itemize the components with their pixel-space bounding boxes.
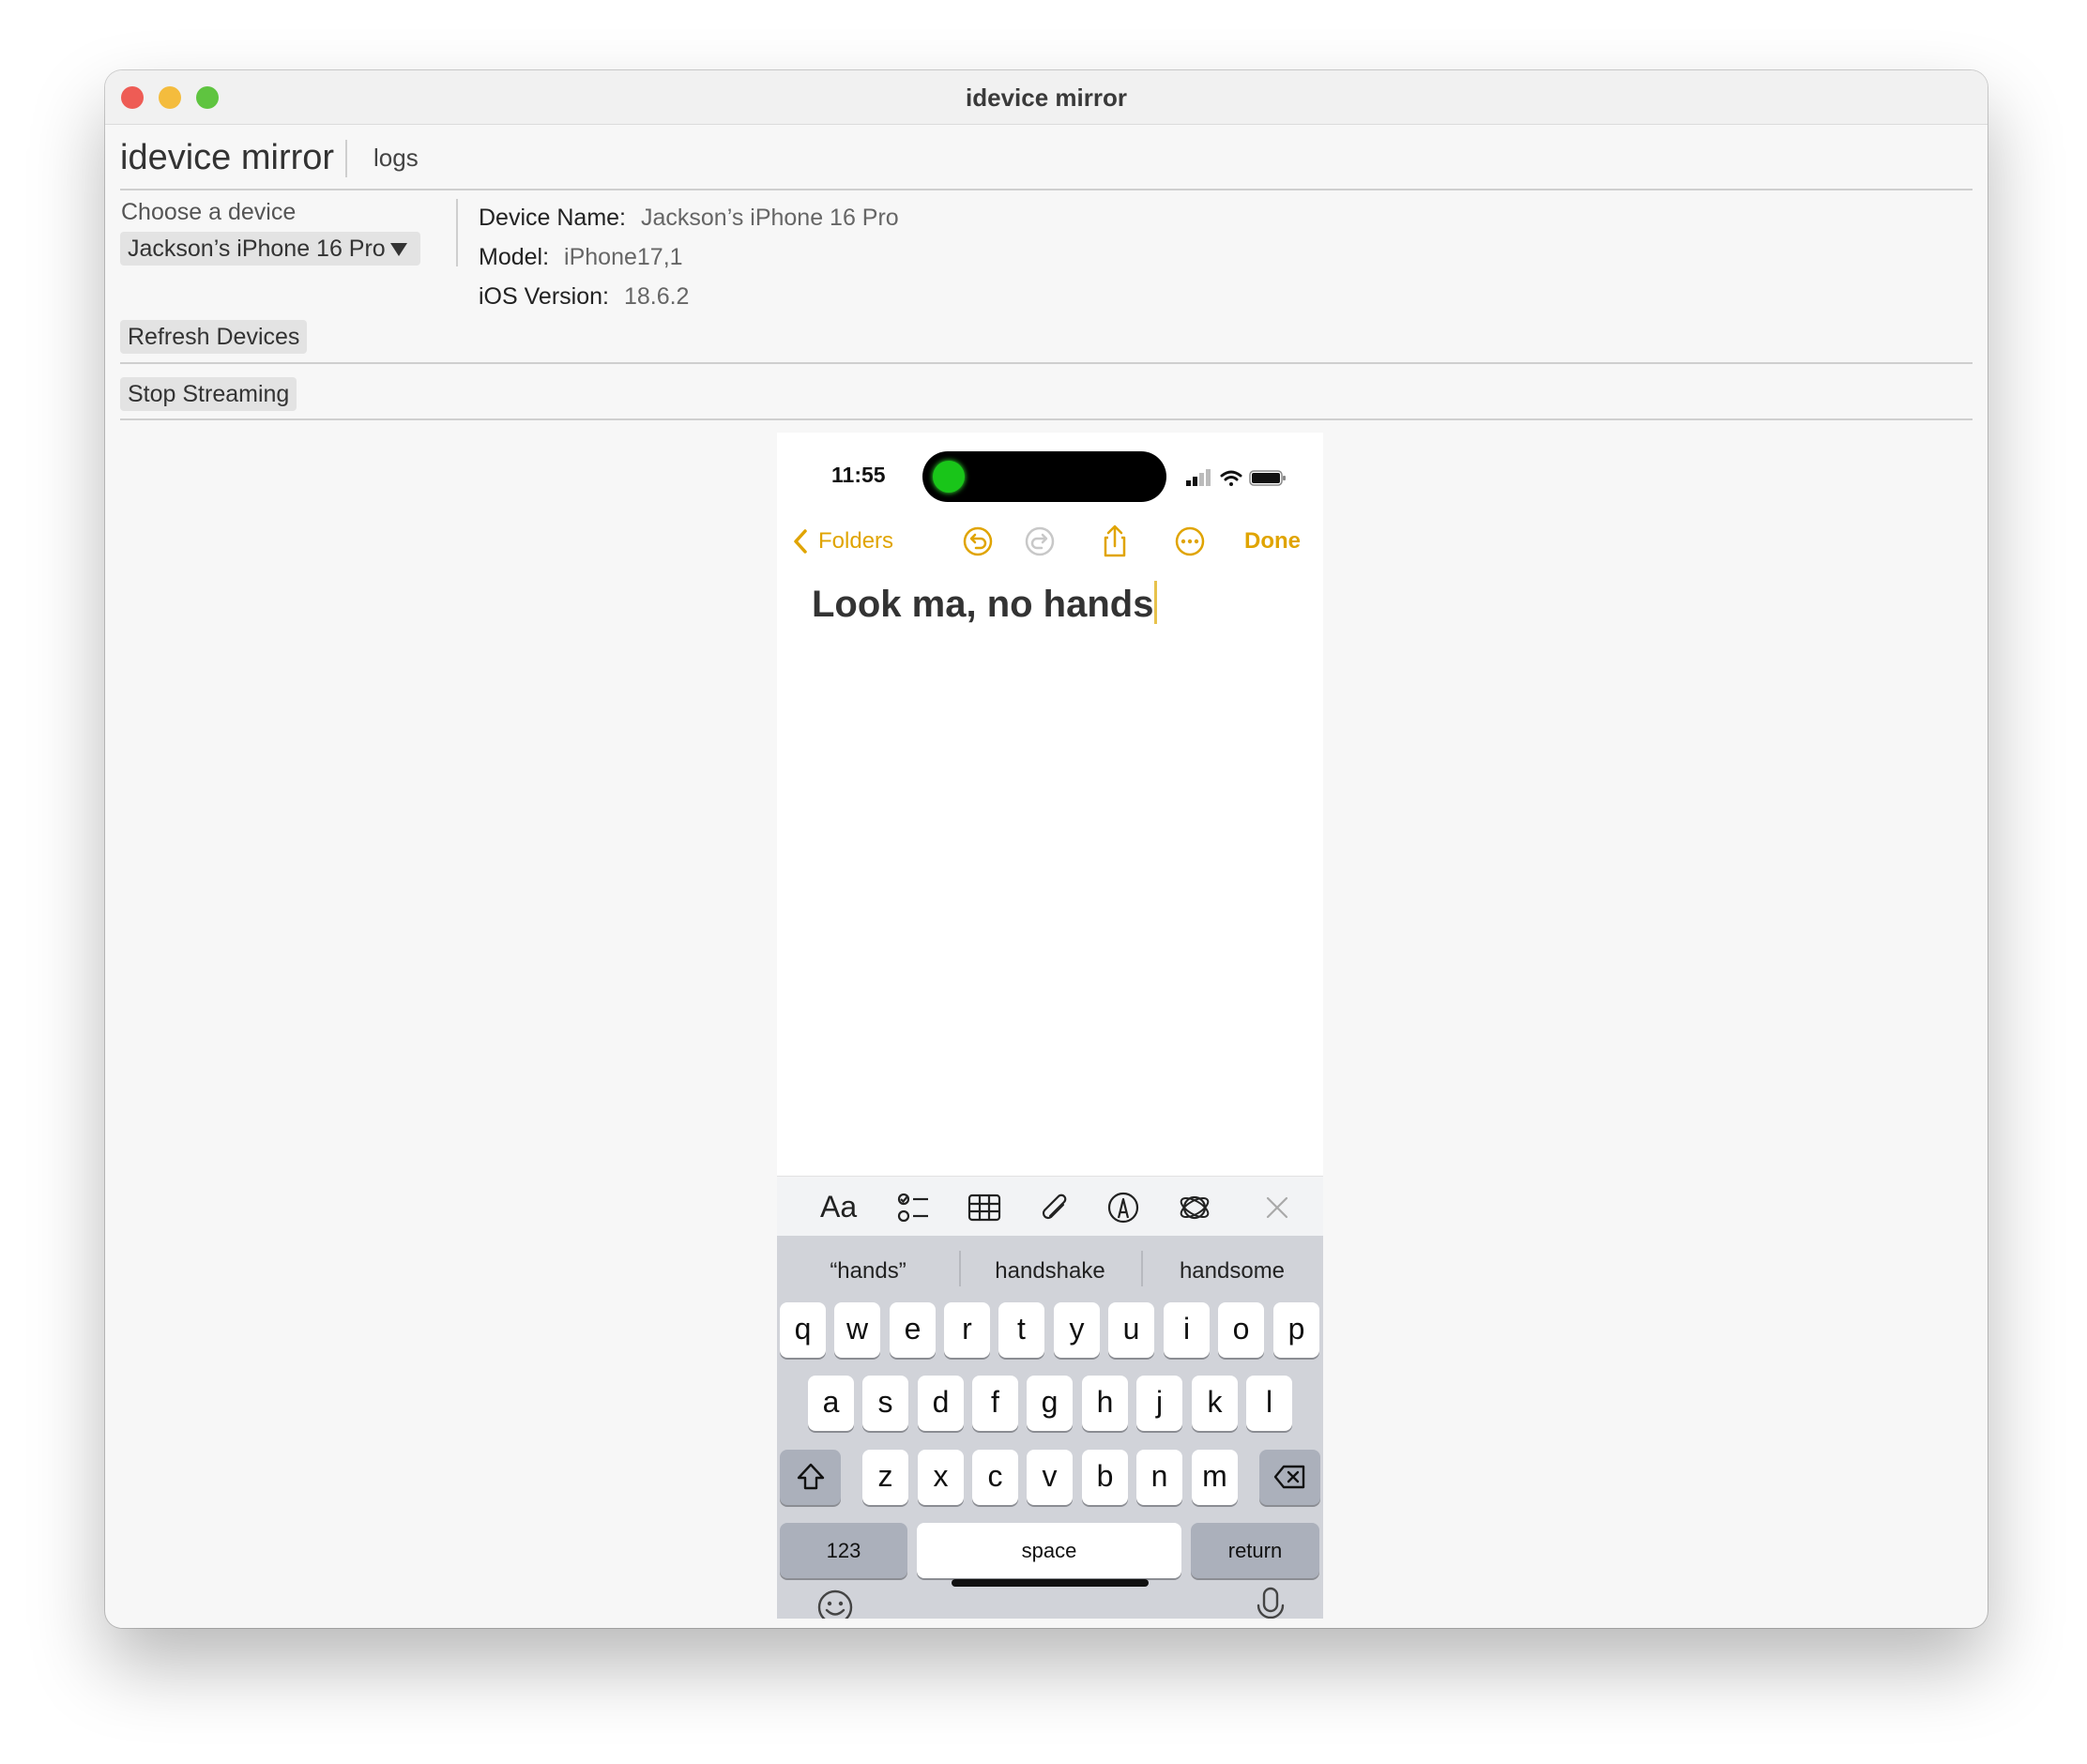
- title-bar: idevice mirror: [105, 70, 1988, 125]
- suggestion-2[interactable]: handshake: [959, 1258, 1141, 1285]
- header-divider: [345, 140, 347, 177]
- signal-icon: [1186, 469, 1211, 486]
- note-title-text: Look ma, no hands: [812, 584, 1154, 625]
- app-title: idevice mirror: [120, 138, 335, 177]
- backspace-icon: [1273, 1465, 1304, 1489]
- choose-device-label: Choose a device: [121, 199, 297, 225]
- model-row: Model: iPhone17,1: [479, 244, 683, 271]
- shift-icon: [797, 1463, 824, 1490]
- key-q[interactable]: q: [780, 1302, 826, 1358]
- microphone-icon[interactable]: [1252, 1585, 1289, 1619]
- delete-key[interactable]: [1259, 1450, 1320, 1505]
- divider: [120, 418, 1973, 420]
- key-m[interactable]: m: [1192, 1450, 1238, 1505]
- device-select-value: Jackson’s iPhone 16 Pro: [128, 236, 386, 262]
- markup-icon[interactable]: [1105, 1190, 1141, 1225]
- model-value: iPhone17,1: [564, 244, 683, 270]
- key-o[interactable]: o: [1218, 1302, 1264, 1358]
- device-select[interactable]: Jackson’s iPhone 16 Pro: [120, 232, 420, 266]
- key-y[interactable]: y: [1054, 1302, 1100, 1358]
- stop-streaming-button[interactable]: Stop Streaming: [120, 377, 297, 411]
- redo-icon[interactable]: [1023, 525, 1057, 558]
- refresh-devices-button[interactable]: Refresh Devices: [120, 320, 308, 354]
- phone-screen[interactable]: 11:55 Folders Done Look ma, no hands Aa …: [777, 433, 1323, 1619]
- key-d[interactable]: d: [918, 1376, 964, 1431]
- note-title[interactable]: Look ma, no hands: [812, 581, 1158, 626]
- keyboard: “hands” handshake handsome q w e r t y u…: [777, 1236, 1323, 1619]
- tab-logs[interactable]: logs: [373, 144, 419, 173]
- writing-tools-icon[interactable]: [1177, 1190, 1212, 1225]
- key-k[interactable]: k: [1192, 1376, 1238, 1431]
- key-p[interactable]: p: [1273, 1302, 1319, 1358]
- key-i[interactable]: i: [1164, 1302, 1210, 1358]
- numbers-key[interactable]: 123: [780, 1523, 907, 1578]
- done-button[interactable]: Done: [1244, 528, 1301, 555]
- key-f[interactable]: f: [972, 1376, 1018, 1431]
- ios-version-label: iOS Version:: [479, 283, 609, 310]
- key-a[interactable]: a: [808, 1376, 854, 1431]
- back-label: Folders: [818, 528, 894, 554]
- key-z[interactable]: z: [862, 1450, 908, 1505]
- key-j[interactable]: j: [1136, 1376, 1182, 1431]
- chevron-down-icon: [390, 243, 407, 256]
- share-icon[interactable]: [1098, 525, 1132, 558]
- window-title: idevice mirror: [966, 84, 1127, 112]
- key-t[interactable]: t: [998, 1302, 1044, 1358]
- format-toolbar: Aa: [777, 1176, 1323, 1237]
- device-name-label: Device Name:: [479, 205, 626, 231]
- status-icons: [1186, 469, 1286, 486]
- app-window: idevice mirror idevice mirror logs Choos…: [105, 70, 1988, 1628]
- key-u[interactable]: u: [1108, 1302, 1154, 1358]
- device-name-row: Device Name: Jackson’s iPhone 16 Pro: [479, 205, 899, 232]
- recording-indicator-icon: [933, 461, 965, 493]
- key-c[interactable]: c: [972, 1450, 1018, 1505]
- key-r[interactable]: r: [944, 1302, 990, 1358]
- home-indicator: [952, 1579, 1149, 1587]
- key-s[interactable]: s: [862, 1376, 908, 1431]
- attachment-icon[interactable]: [1036, 1190, 1072, 1225]
- text-format-button[interactable]: Aa: [820, 1190, 857, 1224]
- space-key[interactable]: space: [917, 1523, 1181, 1578]
- chevron-left-icon: [794, 529, 807, 554]
- notes-nav-bar: Folders Done: [777, 513, 1323, 570]
- key-e[interactable]: e: [890, 1302, 936, 1358]
- key-w[interactable]: w: [834, 1302, 880, 1358]
- checklist-icon[interactable]: [895, 1190, 931, 1225]
- key-l[interactable]: l: [1246, 1376, 1292, 1431]
- shift-key[interactable]: [780, 1450, 841, 1505]
- dynamic-island: [922, 451, 1166, 502]
- vertical-divider: [456, 199, 458, 266]
- battery-icon: [1249, 470, 1286, 486]
- key-b[interactable]: b: [1082, 1450, 1128, 1505]
- more-icon[interactable]: [1173, 525, 1207, 558]
- key-h[interactable]: h: [1082, 1376, 1128, 1431]
- divider: [120, 362, 1973, 364]
- ios-version-value: 18.6.2: [623, 283, 690, 310]
- key-n[interactable]: n: [1136, 1450, 1182, 1505]
- table-icon[interactable]: [967, 1190, 1002, 1225]
- key-v[interactable]: v: [1027, 1450, 1073, 1505]
- back-button[interactable]: Folders: [790, 513, 893, 570]
- key-x[interactable]: x: [918, 1450, 964, 1505]
- close-icon[interactable]: [1259, 1190, 1295, 1225]
- undo-icon[interactable]: [961, 525, 995, 558]
- model-label: Model:: [479, 244, 550, 270]
- suggestion-1[interactable]: “hands”: [777, 1258, 959, 1285]
- device-name-value: Jackson’s iPhone 16 Pro: [641, 205, 899, 231]
- key-g[interactable]: g: [1027, 1376, 1073, 1431]
- suggestion-3[interactable]: handsome: [1141, 1258, 1323, 1285]
- wifi-icon: [1220, 470, 1242, 486]
- divider: [120, 189, 1973, 190]
- status-time: 11:55: [831, 463, 886, 487]
- ios-version-row: iOS Version: 18.6.2: [479, 283, 689, 311]
- return-key[interactable]: return: [1191, 1523, 1319, 1578]
- text-cursor: [1154, 581, 1158, 624]
- emoji-icon[interactable]: [815, 1587, 856, 1619]
